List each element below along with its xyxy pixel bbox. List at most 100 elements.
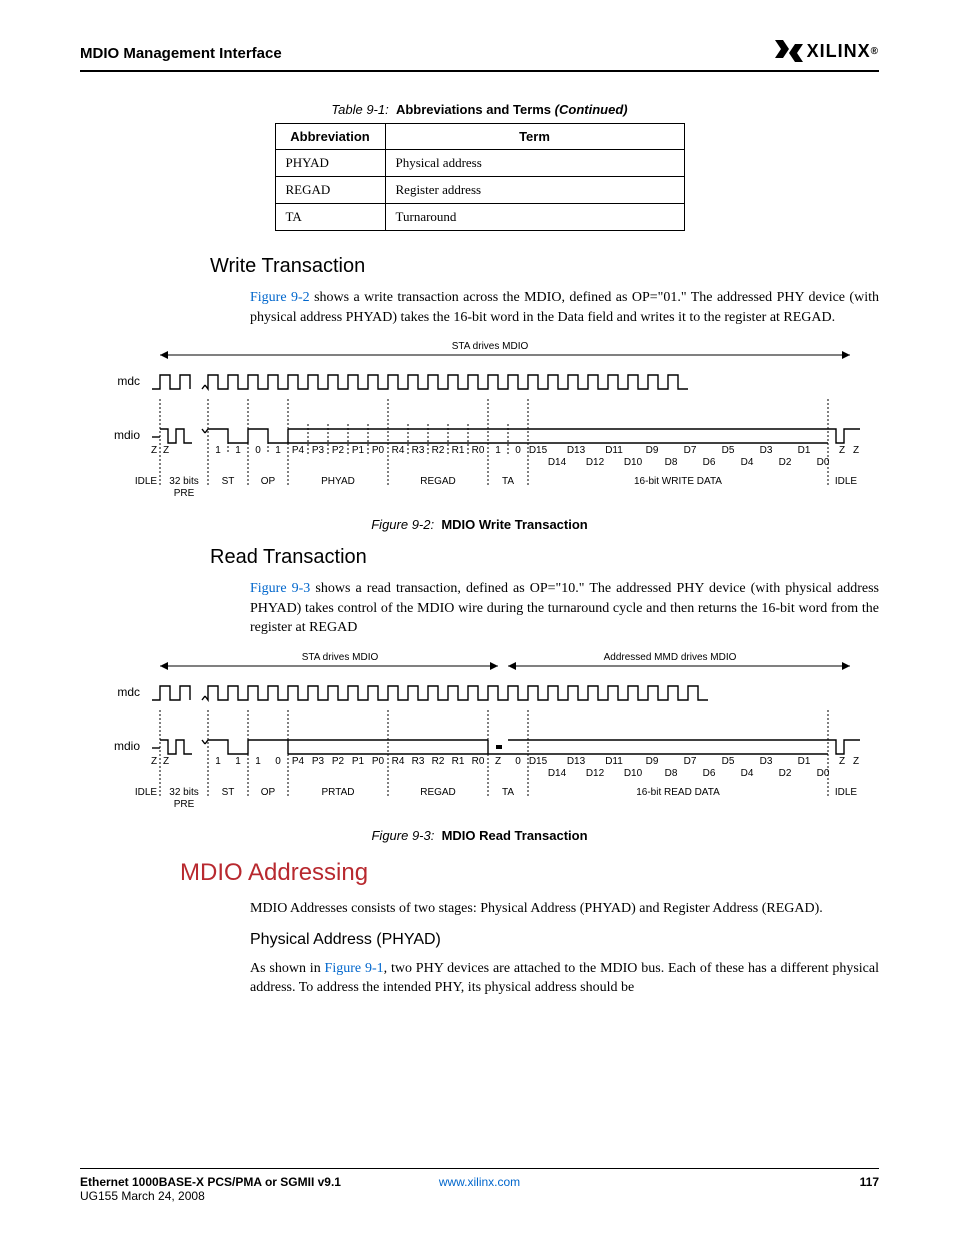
svg-text:Z: Z: [853, 756, 859, 767]
svg-text:P0: P0: [372, 756, 385, 767]
svg-text:D0: D0: [817, 768, 830, 779]
svg-text:P1: P1: [352, 756, 365, 767]
figure-link[interactable]: Figure 9-3: [250, 581, 310, 596]
read-heading: Read Transaction: [210, 546, 879, 569]
figure-9-3-caption: Figure 9-3: MDIO Read Transaction: [80, 828, 879, 843]
svg-text:D3: D3: [760, 445, 773, 456]
svg-text:R1: R1: [452, 756, 465, 767]
mdio-addressing-heading: MDIO Addressing: [180, 859, 879, 887]
figure-link[interactable]: Figure 9-1: [325, 961, 384, 976]
svg-text:P2: P2: [332, 445, 345, 456]
svg-text:REGAD: REGAD: [420, 476, 456, 487]
svg-text:D14: D14: [548, 457, 567, 468]
figure-link[interactable]: Figure 9-2: [250, 290, 310, 305]
svg-text:R3: R3: [412, 445, 425, 456]
svg-text:D0: D0: [817, 457, 830, 468]
svg-text:0: 0: [515, 756, 521, 767]
svg-text:32 bits: 32 bits: [169, 476, 198, 487]
svg-text:STA drives MDIO: STA drives MDIO: [302, 652, 379, 663]
svg-text:mdio: mdio: [114, 739, 140, 753]
svg-text:R4: R4: [392, 445, 405, 456]
svg-text:D8: D8: [665, 768, 678, 779]
figure-9-3: STA drives MDIO Addressed MMD drives MDI…: [110, 650, 870, 820]
svg-text:Addressed MMD drives MDIO: Addressed MMD drives MDIO: [604, 652, 737, 663]
svg-text:D5: D5: [722, 445, 735, 456]
svg-text:ST: ST: [222, 787, 235, 798]
svg-text:D11: D11: [605, 445, 623, 456]
svg-text:D11: D11: [605, 756, 623, 767]
figure-9-2-caption: Figure 9-2: MDIO Write Transaction: [80, 517, 879, 532]
svg-text:D10: D10: [624, 457, 643, 468]
svg-text:16-bit WRITE DATA: 16-bit WRITE DATA: [634, 476, 722, 487]
svg-text:R2: R2: [432, 445, 445, 456]
table-row: TATurnaround: [275, 204, 684, 231]
svg-text:mdio: mdio: [114, 428, 140, 442]
svg-text:PHYAD: PHYAD: [321, 476, 355, 487]
phyad-heading: Physical Address (PHYAD): [250, 931, 879, 949]
svg-text:Z: Z: [151, 445, 157, 456]
th-term: Term: [385, 124, 684, 150]
svg-text:IDLE: IDLE: [135, 787, 158, 798]
svg-text:D1: D1: [798, 445, 811, 456]
svg-text:R0: R0: [472, 756, 485, 767]
svg-text:1: 1: [275, 445, 281, 456]
svg-text:D13: D13: [567, 445, 586, 456]
svg-text:P3: P3: [312, 756, 325, 767]
svg-text:REGAD: REGAD: [420, 787, 456, 798]
svg-text:OP: OP: [261, 476, 276, 487]
svg-text:1: 1: [495, 445, 501, 456]
svg-text:IDLE: IDLE: [835, 787, 858, 798]
svg-text:Z: Z: [839, 756, 845, 767]
svg-text:D6: D6: [703, 457, 716, 468]
th-abbrev: Abbreviation: [275, 124, 385, 150]
svg-text:D9: D9: [646, 445, 659, 456]
svg-text:D4: D4: [741, 457, 754, 468]
svg-text:D2: D2: [779, 457, 792, 468]
svg-text:PRE: PRE: [174, 799, 195, 810]
svg-text:D1: D1: [798, 756, 811, 767]
svg-text:0: 0: [515, 445, 521, 456]
footer-url[interactable]: www.xilinx.com: [439, 1175, 520, 1189]
svg-text:0: 0: [255, 445, 261, 456]
svg-text:IDLE: IDLE: [835, 476, 858, 487]
addr-para1: MDIO Addresses consists of two stages: P…: [250, 899, 879, 919]
svg-text:D8: D8: [665, 457, 678, 468]
svg-text:D4: D4: [741, 768, 754, 779]
svg-text:D6: D6: [703, 768, 716, 779]
page-header: MDIO Management Interface XILINX®: [80, 40, 879, 72]
svg-text:Z: Z: [839, 445, 845, 456]
xilinx-logo: XILINX®: [775, 40, 879, 62]
svg-text:OP: OP: [261, 787, 276, 798]
svg-text:Z: Z: [151, 756, 157, 767]
table-caption: Table 9-1: Abbreviations and Terms (Cont…: [80, 102, 879, 117]
svg-text:Z: Z: [163, 445, 169, 456]
svg-text:R4: R4: [392, 756, 405, 767]
svg-text:P2: P2: [332, 756, 345, 767]
abbrev-table: Abbreviation Term PHYADPhysical address …: [275, 123, 685, 231]
svg-text:D14: D14: [548, 768, 567, 779]
svg-text:P4: P4: [292, 756, 305, 767]
svg-text:D12: D12: [586, 768, 605, 779]
table-row: REGADRegister address: [275, 177, 684, 204]
svg-text:TA: TA: [502, 787, 514, 798]
svg-text:mdc: mdc: [117, 685, 140, 699]
svg-text:1: 1: [235, 756, 241, 767]
svg-text:D7: D7: [684, 445, 697, 456]
svg-text:32 bits: 32 bits: [169, 787, 198, 798]
svg-text:D5: D5: [722, 756, 735, 767]
svg-text:ST: ST: [222, 476, 235, 487]
svg-text:R2: R2: [432, 756, 445, 767]
table-row: PHYADPhysical address: [275, 150, 684, 177]
svg-text:Z: Z: [853, 445, 859, 456]
header-title: MDIO Management Interface: [80, 45, 282, 62]
svg-text:P3: P3: [312, 445, 325, 456]
svg-text:P0: P0: [372, 445, 385, 456]
addr-para2: As shown in Figure 9-1, two PHY devices …: [250, 959, 879, 998]
svg-text:1: 1: [215, 445, 221, 456]
svg-text:R3: R3: [412, 756, 425, 767]
write-paragraph: Figure 9-2 shows a write transaction acr…: [250, 288, 879, 327]
logo-icon: [775, 40, 803, 62]
svg-text:PRE: PRE: [174, 488, 195, 499]
svg-text:P1: P1: [352, 445, 365, 456]
table-head-row: Abbreviation Term: [275, 124, 684, 150]
